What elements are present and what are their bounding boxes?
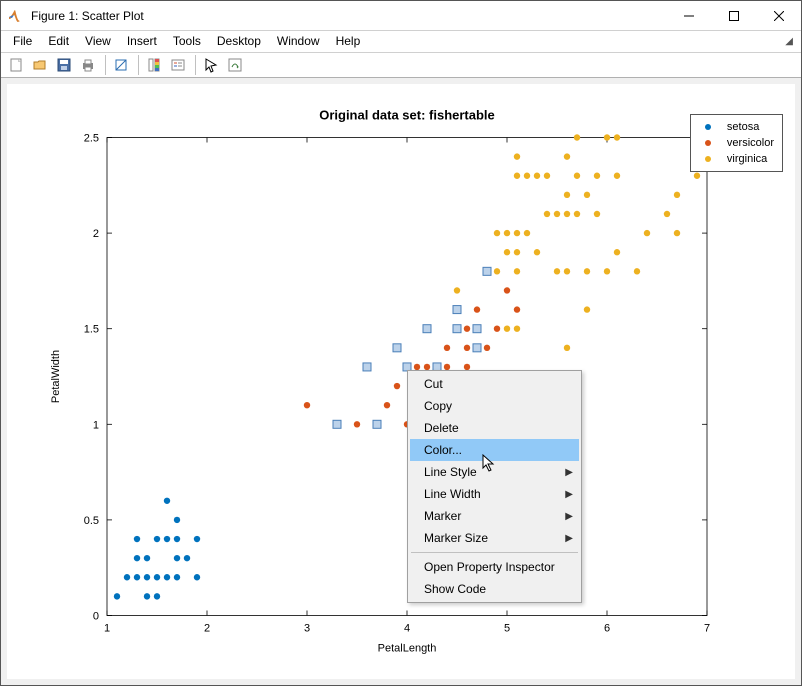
toolbar-separator (105, 55, 106, 75)
maximize-button[interactable] (711, 1, 756, 30)
submenu-arrow-icon: ▶ (565, 489, 573, 500)
ctx-line-width[interactable]: Line Width▶ (410, 483, 579, 505)
title-bar: Figure 1: Scatter Plot (1, 1, 801, 31)
ctx-open-property-inspector[interactable]: Open Property Inspector (410, 556, 579, 578)
save-button[interactable] (53, 54, 75, 76)
figure-area: 1 2 3 4 5 6 7 0 0.5 1 1.5 2 2.5 Original data set: fi… (1, 78, 801, 685)
print-button[interactable] (77, 54, 99, 76)
figure-window: Figure 1: Scatter Plot File Edit View In… (0, 0, 802, 686)
matlab-logo-icon (7, 8, 23, 24)
ctx-divider (411, 552, 578, 553)
rotate-3d-button[interactable] (224, 54, 246, 76)
svg-text:7: 7 (704, 623, 710, 635)
svg-text:2: 2 (204, 623, 210, 635)
svg-text:2.5: 2.5 (84, 133, 99, 145)
legend-label: virginica (727, 153, 767, 165)
submenu-arrow-icon: ▶ (565, 533, 573, 544)
svg-text:1: 1 (104, 623, 110, 635)
svg-text:Original data set: fishertable: Original data set: fishertable (319, 108, 495, 123)
svg-text:PetalWidth: PetalWidth (50, 350, 62, 403)
window-title: Figure 1: Scatter Plot (31, 9, 666, 23)
svg-text:0.5: 0.5 (84, 515, 99, 527)
toolbar (1, 53, 801, 78)
svg-text:0: 0 (93, 611, 99, 623)
toolbar-separator (138, 55, 139, 75)
menu-help[interactable]: Help (328, 32, 369, 50)
svg-text:2: 2 (93, 228, 99, 240)
legend[interactable]: setosa versicolor virginica (690, 114, 783, 172)
open-button[interactable] (29, 54, 51, 76)
svg-text:1.5: 1.5 (84, 324, 99, 336)
svg-text:3: 3 (304, 623, 310, 635)
ctx-line-style[interactable]: Line Style▶ (410, 461, 579, 483)
toolbar-overflow-icon[interactable]: ◢ (785, 36, 797, 47)
legend-label: versicolor (727, 137, 774, 149)
legend-entry-virginica[interactable]: virginica (697, 151, 774, 167)
ctx-show-code[interactable]: Show Code (410, 578, 579, 600)
ctx-delete[interactable]: Delete (410, 417, 579, 439)
context-menu: Cut Copy Delete Color... Line Style▶ Lin… (407, 370, 582, 603)
link-plot-button[interactable] (110, 54, 132, 76)
insert-colorbar-button[interactable] (143, 54, 165, 76)
svg-text:6: 6 (604, 623, 610, 635)
edit-plot-button[interactable] (200, 54, 222, 76)
ctx-copy[interactable]: Copy (410, 395, 579, 417)
svg-text:5: 5 (504, 623, 510, 635)
legend-label: setosa (727, 121, 759, 133)
ctx-color[interactable]: Color... (410, 439, 579, 461)
menu-bar: File Edit View Insert Tools Desktop Wind… (1, 31, 801, 53)
insert-legend-button[interactable] (167, 54, 189, 76)
svg-text:1: 1 (93, 419, 99, 431)
toolbar-separator (195, 55, 196, 75)
menu-tools[interactable]: Tools (165, 32, 209, 50)
menu-window[interactable]: Window (269, 32, 328, 50)
svg-text:4: 4 (404, 623, 410, 635)
menu-desktop[interactable]: Desktop (209, 32, 269, 50)
new-figure-button[interactable] (5, 54, 27, 76)
ctx-marker-size[interactable]: Marker Size▶ (410, 527, 579, 549)
close-button[interactable] (756, 1, 801, 30)
legend-entry-versicolor[interactable]: versicolor (697, 135, 774, 151)
svg-text:PetalLength: PetalLength (378, 643, 437, 655)
menu-edit[interactable]: Edit (40, 32, 77, 50)
legend-entry-setosa[interactable]: setosa (697, 119, 774, 135)
figure-canvas[interactable]: 1 2 3 4 5 6 7 0 0.5 1 1.5 2 2.5 Original data set: fi… (7, 84, 795, 679)
menu-view[interactable]: View (77, 32, 119, 50)
ctx-marker[interactable]: Marker▶ (410, 505, 579, 527)
ctx-cut[interactable]: Cut (410, 373, 579, 395)
scatter-plot[interactable]: 1 2 3 4 5 6 7 0 0.5 1 1.5 2 2.5 Original data set: fi… (7, 84, 795, 679)
minimize-button[interactable] (666, 1, 711, 30)
submenu-arrow-icon: ▶ (565, 467, 573, 478)
submenu-arrow-icon: ▶ (565, 511, 573, 522)
menu-insert[interactable]: Insert (119, 32, 165, 50)
menu-file[interactable]: File (5, 32, 40, 50)
